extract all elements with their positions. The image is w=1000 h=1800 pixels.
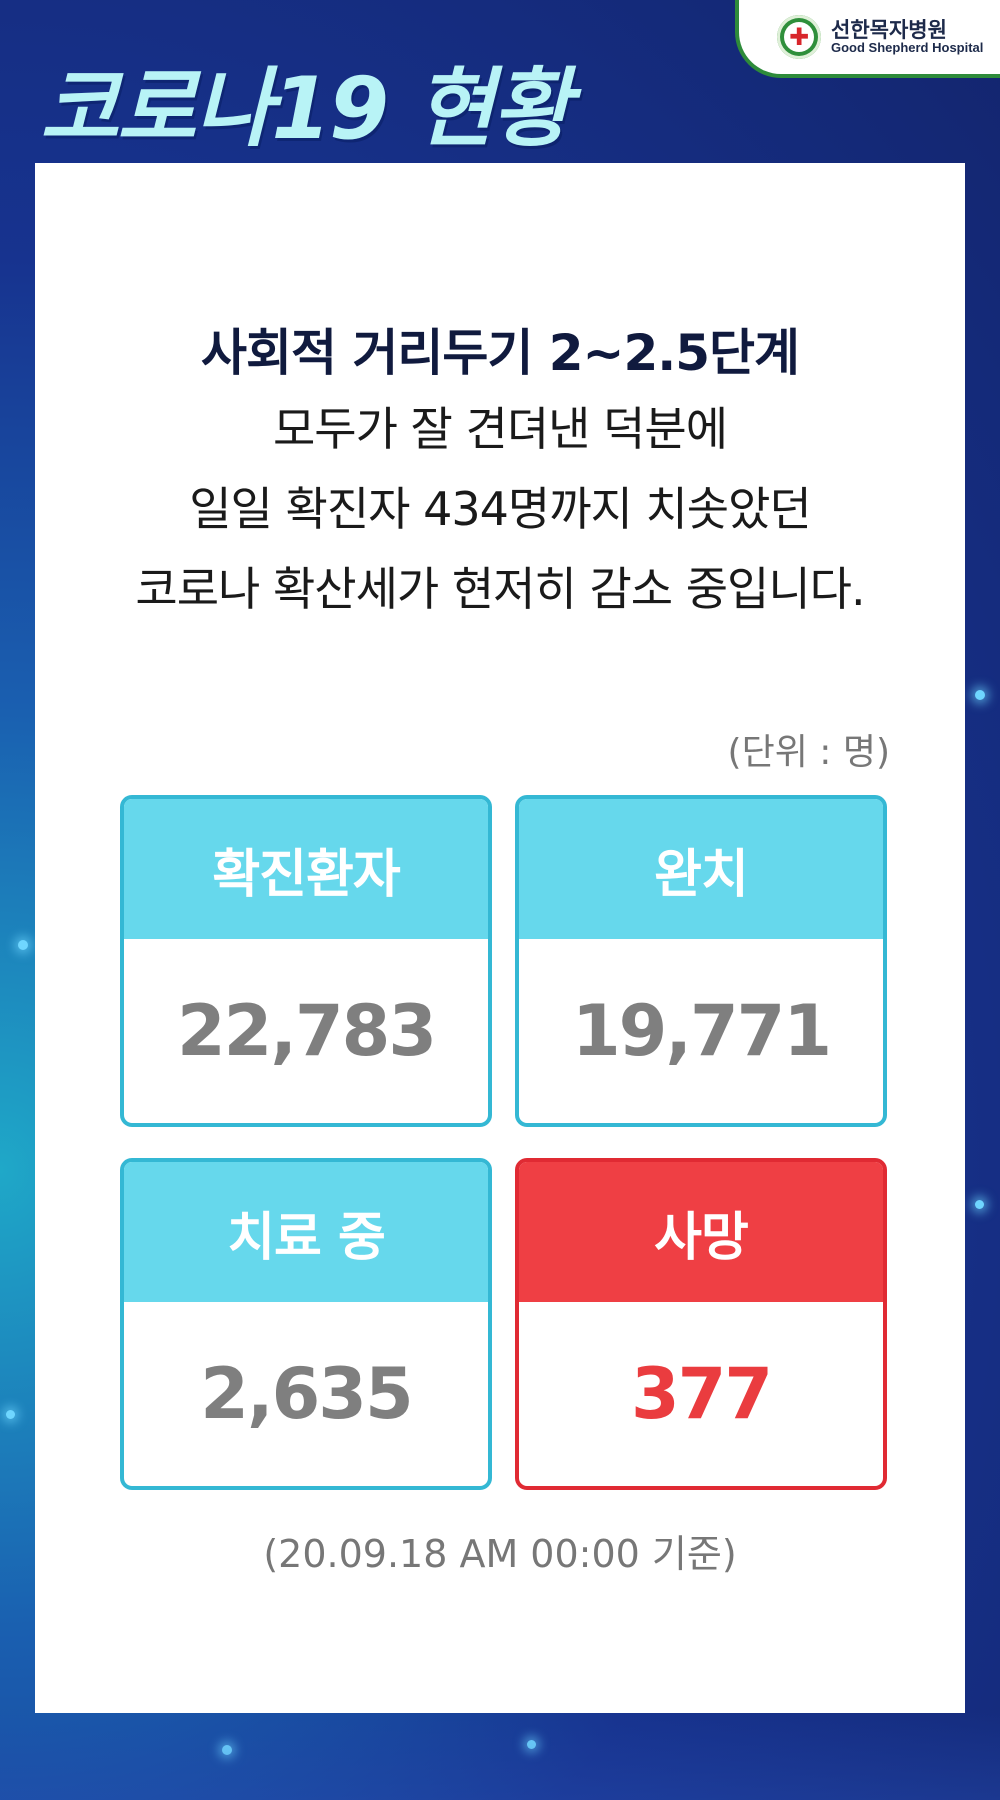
stat-value: 22,783 — [176, 990, 437, 1072]
hospital-logo: ✚ 선한목자병원 Good Shepherd Hospital — [735, 0, 1000, 78]
stat-recovered: 완치 19,771 — [515, 795, 887, 1127]
stat-in-treatment: 치료 중 2,635 — [120, 1158, 492, 1490]
stat-label: 사망 — [519, 1162, 883, 1302]
stat-value: 2,635 — [200, 1353, 413, 1435]
hospital-name-kr: 선한목자병원 — [831, 18, 947, 43]
status-card: 사회적 거리두기 2~2.5단계 모두가 잘 견뎌낸 덕분에 일일 확진자 43… — [35, 163, 965, 1713]
stat-confirmed: 확진환자 22,783 — [120, 795, 492, 1127]
page-title: 코로나19 현황 — [40, 59, 571, 159]
background-glow-dot — [975, 690, 985, 700]
background-glow-dot — [975, 1200, 984, 1209]
stat-label: 완치 — [519, 799, 883, 939]
stat-deaths: 사망 377 — [515, 1158, 887, 1490]
stat-label: 치료 중 — [124, 1162, 488, 1302]
message-line: 코로나 확산세가 현저히 감소 중입니다. — [135, 562, 865, 616]
message-line: 모두가 잘 견뎌낸 덕분에 — [272, 402, 728, 456]
stat-value: 377 — [630, 1353, 773, 1435]
bottom-decoration — [0, 1712, 1000, 1800]
background-glow-dot — [6, 1410, 15, 1419]
hospital-cross-icon: ✚ — [777, 15, 821, 59]
unit-note: (단위 : 명) — [727, 732, 890, 773]
date-note: (20.09.18 AM 00:00 기준) — [263, 1532, 737, 1576]
message-line: 일일 확진자 434명까지 치솟았던 — [189, 482, 812, 536]
stat-value: 19,771 — [571, 990, 832, 1072]
hospital-name-en: Good Shepherd Hospital — [831, 40, 984, 56]
message-headline: 사회적 거리두기 2~2.5단계 — [200, 324, 800, 382]
stat-label: 확진환자 — [124, 799, 488, 939]
background-glow-dot — [18, 940, 28, 950]
